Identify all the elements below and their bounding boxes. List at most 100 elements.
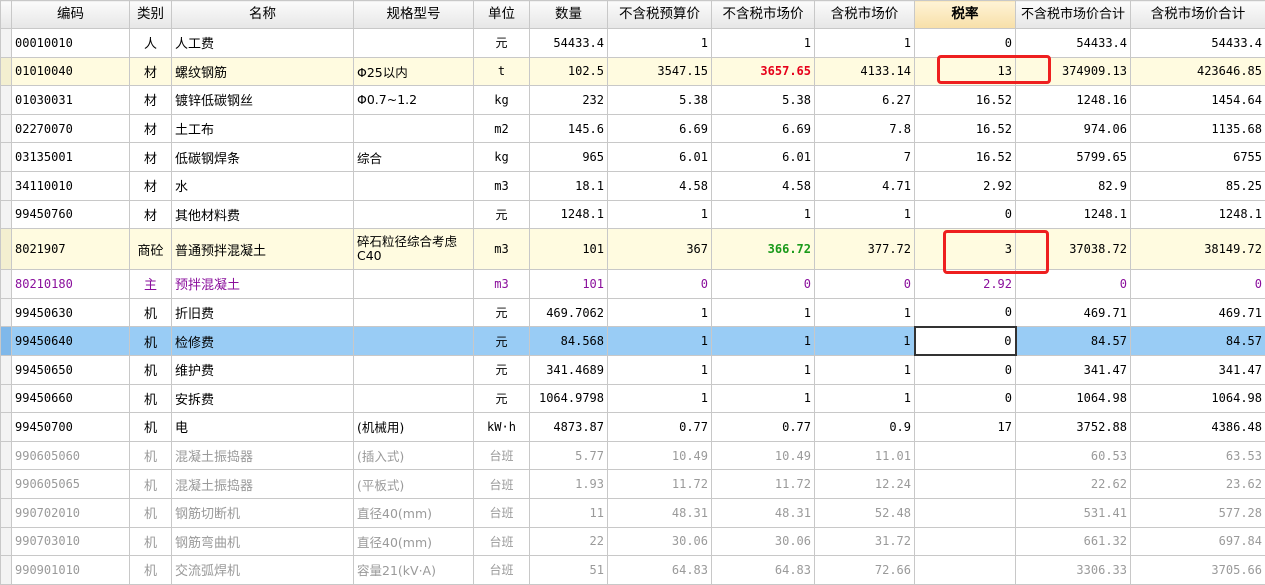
cell-tax-market-total[interactable]: 1248.1 — [1131, 200, 1265, 229]
cell-tax-rate[interactable]: 0 — [915, 29, 1016, 58]
cell-tax-market-total[interactable]: 23.62 — [1131, 470, 1265, 499]
cell-quantity[interactable]: 101 — [530, 229, 608, 270]
cell-budget-price[interactable]: 1 — [608, 200, 712, 229]
cell-quantity[interactable]: 102.5 — [530, 57, 608, 86]
row-index[interactable] — [1, 270, 12, 299]
cell-tax-market-total[interactable]: 4386.48 — [1131, 413, 1265, 442]
cell-type[interactable]: 机 — [130, 527, 172, 556]
cell-code[interactable]: 99450630 — [12, 298, 130, 327]
cell-spec[interactable]: (插入式) — [354, 441, 474, 470]
cell-code[interactable]: 990901010 — [12, 556, 130, 585]
cell-tax-rate[interactable]: 2.92 — [915, 171, 1016, 200]
cell-unit[interactable]: 台班 — [474, 470, 530, 499]
cell-market-price[interactable]: 1 — [712, 200, 815, 229]
cell-name[interactable]: 普通预拌混凝土 — [172, 229, 354, 270]
cell-tax-market-total[interactable]: 577.28 — [1131, 498, 1265, 527]
cell-market-total[interactable]: 1248.1 — [1016, 200, 1131, 229]
cell-type[interactable]: 人 — [130, 29, 172, 58]
header-market-total[interactable]: 不含税市场价合计 — [1016, 1, 1131, 29]
cell-spec[interactable]: 碎石粒径综合考虑 C40 — [354, 229, 474, 270]
table-row[interactable]: 00010010人人工费元54433.4111054433.454433.4 — [1, 29, 1265, 58]
cell-tax-market-total[interactable]: 423646.85 — [1131, 57, 1265, 86]
cell-market-price[interactable]: 10.49 — [712, 441, 815, 470]
cell-name[interactable]: 交流弧焊机 — [172, 556, 354, 585]
cell-tax-rate[interactable]: 13 — [915, 57, 1016, 86]
cell-code[interactable]: 80210180 — [12, 270, 130, 299]
cell-market-price[interactable]: 4.58 — [712, 171, 815, 200]
cell-spec[interactable]: Φ0.7~1.2 — [354, 86, 474, 115]
cell-unit[interactable]: 元 — [474, 29, 530, 58]
cell-name[interactable]: 水 — [172, 171, 354, 200]
cell-unit[interactable]: 元 — [474, 327, 530, 356]
cell-code[interactable]: 02270070 — [12, 114, 130, 143]
cell-quantity[interactable]: 18.1 — [530, 171, 608, 200]
row-index[interactable] — [1, 384, 12, 413]
cell-name[interactable]: 安拆费 — [172, 384, 354, 413]
cell-tax-rate[interactable]: 0 — [915, 384, 1016, 413]
cell-type[interactable]: 材 — [130, 171, 172, 200]
table-row[interactable]: 01010040材螺纹钢筋Φ25以内t102.53547.153657.6541… — [1, 57, 1265, 86]
cell-budget-price[interactable]: 30.06 — [608, 527, 712, 556]
cell-unit[interactable]: m2 — [474, 114, 530, 143]
header-tax-market-price[interactable]: 含税市场价 — [815, 1, 915, 29]
cell-tax-market-price[interactable]: 72.66 — [815, 556, 915, 585]
table-row[interactable]: 80210180主预拌混凝土m31010002.9200 — [1, 270, 1265, 299]
cell-tax-rate[interactable]: 0 — [915, 200, 1016, 229]
cell-unit[interactable]: 台班 — [474, 556, 530, 585]
cell-quantity[interactable]: 341.4689 — [530, 355, 608, 384]
cell-quantity[interactable]: 1064.9798 — [530, 384, 608, 413]
row-index[interactable] — [1, 171, 12, 200]
cell-name[interactable]: 折旧费 — [172, 298, 354, 327]
cell-quantity[interactable]: 1248.1 — [530, 200, 608, 229]
header-type[interactable]: 类别 — [130, 1, 172, 29]
row-index[interactable] — [1, 29, 12, 58]
cell-market-total[interactable]: 0 — [1016, 270, 1131, 299]
row-index[interactable] — [1, 556, 12, 585]
cell-tax-market-total[interactable]: 1135.68 — [1131, 114, 1265, 143]
cell-unit[interactable]: t — [474, 57, 530, 86]
cell-name[interactable]: 钢筋切断机 — [172, 498, 354, 527]
cell-market-price[interactable]: 366.72 — [712, 229, 815, 270]
cell-quantity[interactable]: 101 — [530, 270, 608, 299]
cell-tax-market-total[interactable]: 1454.64 — [1131, 86, 1265, 115]
cell-spec[interactable] — [354, 171, 474, 200]
cell-budget-price[interactable]: 367 — [608, 229, 712, 270]
row-index[interactable] — [1, 498, 12, 527]
cell-tax-market-total[interactable]: 469.71 — [1131, 298, 1265, 327]
cell-market-price[interactable]: 30.06 — [712, 527, 815, 556]
cell-market-total[interactable]: 60.53 — [1016, 441, 1131, 470]
table-row[interactable]: 99450640机检修费元84.568111084.5784.57 — [1, 327, 1265, 356]
cell-spec[interactable]: 直径40(mm) — [354, 498, 474, 527]
cell-tax-market-total[interactable]: 341.47 — [1131, 355, 1265, 384]
cell-spec[interactable] — [354, 327, 474, 356]
cell-type[interactable]: 机 — [130, 498, 172, 527]
header-tax-rate[interactable]: 税率 — [915, 1, 1016, 29]
cell-type[interactable]: 材 — [130, 114, 172, 143]
cell-type[interactable]: 材 — [130, 200, 172, 229]
table-row[interactable]: 34110010材水m318.14.584.584.712.9282.985.2… — [1, 171, 1265, 200]
cell-budget-price[interactable]: 10.49 — [608, 441, 712, 470]
cell-code[interactable]: 990605065 — [12, 470, 130, 499]
cell-code[interactable]: 99450650 — [12, 355, 130, 384]
cell-market-price[interactable]: 6.69 — [712, 114, 815, 143]
table-row[interactable]: 02270070材土工布m2145.66.696.697.816.52974.0… — [1, 114, 1265, 143]
header-quantity[interactable]: 数量 — [530, 1, 608, 29]
cell-code[interactable]: 99450760 — [12, 200, 130, 229]
cell-market-total[interactable]: 374909.13 — [1016, 57, 1131, 86]
cell-market-total[interactable]: 54433.4 — [1016, 29, 1131, 58]
cell-tax-market-total[interactable]: 54433.4 — [1131, 29, 1265, 58]
cell-quantity[interactable]: 1.93 — [530, 470, 608, 499]
cell-budget-price[interactable]: 6.69 — [608, 114, 712, 143]
cell-code[interactable]: 00010010 — [12, 29, 130, 58]
cell-budget-price[interactable]: 1 — [608, 298, 712, 327]
cell-type[interactable]: 材 — [130, 143, 172, 172]
cell-tax-rate[interactable] — [915, 470, 1016, 499]
cell-unit[interactable]: m3 — [474, 229, 530, 270]
cell-tax-rate[interactable]: 2.92 — [915, 270, 1016, 299]
header-budget-price[interactable]: 不含税预算价 — [608, 1, 712, 29]
cell-market-price[interactable]: 5.38 — [712, 86, 815, 115]
cell-spec[interactable] — [354, 384, 474, 413]
header-market-price[interactable]: 不含税市场价 — [712, 1, 815, 29]
row-index[interactable] — [1, 229, 12, 270]
header-corner[interactable] — [1, 1, 12, 29]
